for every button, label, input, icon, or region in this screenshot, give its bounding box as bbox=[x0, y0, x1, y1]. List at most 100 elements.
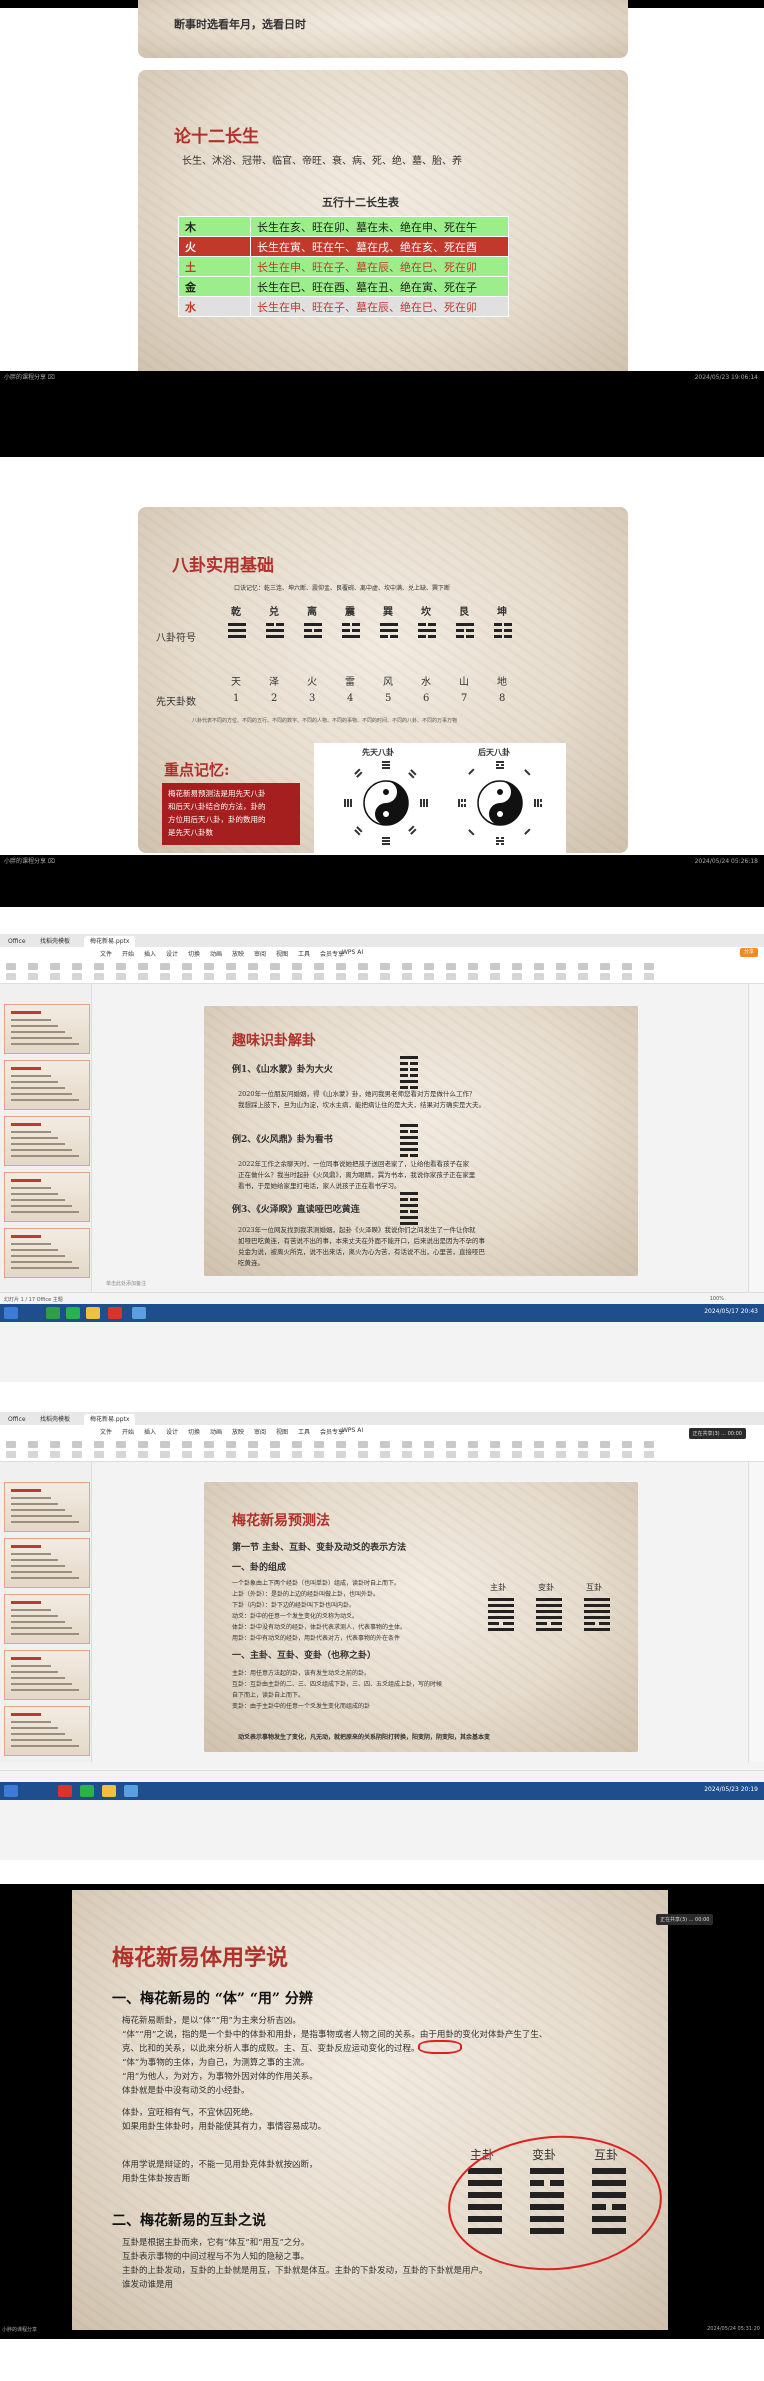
ribbon-tool-icon[interactable] bbox=[204, 1451, 214, 1458]
ribbon-tool-icon[interactable] bbox=[490, 1441, 500, 1448]
slide-thumbnail[interactable] bbox=[4, 1706, 90, 1756]
tab-office[interactable]: Office bbox=[2, 936, 32, 947]
ribbon-tool-icon[interactable] bbox=[336, 963, 346, 970]
ribbon-tool-icon[interactable] bbox=[534, 1451, 544, 1458]
ribbon-tool-icon[interactable] bbox=[578, 973, 588, 980]
tab-template[interactable]: 找稻壳模板 bbox=[34, 1414, 76, 1425]
menu-item[interactable]: WPS AI bbox=[342, 1427, 363, 1434]
slide-thumbnail[interactable] bbox=[4, 1538, 90, 1588]
slide-thumbnail[interactable] bbox=[4, 1650, 90, 1700]
ribbon-tool-icon[interactable] bbox=[50, 973, 60, 980]
ribbon-tool-icon[interactable] bbox=[402, 963, 412, 970]
ribbon-tool-icon[interactable] bbox=[204, 973, 214, 980]
ribbon-tool-icon[interactable] bbox=[380, 1451, 390, 1458]
slide-thumbnail[interactable] bbox=[4, 1004, 90, 1054]
ribbon-tool-icon[interactable] bbox=[402, 973, 412, 980]
menu-item[interactable]: 审阅 bbox=[254, 1427, 266, 1436]
ribbon-tool-icon[interactable] bbox=[358, 973, 368, 980]
ribbon-tool-icon[interactable] bbox=[72, 1441, 82, 1448]
slide-thumbnail[interactable] bbox=[4, 1060, 90, 1110]
tab-template[interactable]: 找稻壳模板 bbox=[34, 936, 76, 947]
ribbon-tool-icon[interactable] bbox=[600, 1441, 610, 1448]
ribbon-tool-icon[interactable] bbox=[446, 1441, 456, 1448]
ribbon-tool-icon[interactable] bbox=[622, 1451, 632, 1458]
ribbon-tool-icon[interactable] bbox=[468, 1451, 478, 1458]
ribbon-tool-icon[interactable] bbox=[292, 1451, 302, 1458]
ribbon-tool-icon[interactable] bbox=[248, 1441, 258, 1448]
ribbon-tool-icon[interactable] bbox=[226, 1441, 236, 1448]
tab-document[interactable]: 梅花新易.pptx bbox=[84, 936, 136, 947]
ribbon-tool-icon[interactable] bbox=[116, 973, 126, 980]
ribbon-tool-icon[interactable] bbox=[600, 963, 610, 970]
ribbon-tool-icon[interactable] bbox=[490, 1451, 500, 1458]
ribbon-tool-icon[interactable] bbox=[270, 963, 280, 970]
ribbon-tool-icon[interactable] bbox=[314, 1451, 324, 1458]
menu-item[interactable]: 视图 bbox=[276, 949, 288, 958]
ribbon-tool-icon[interactable] bbox=[292, 973, 302, 980]
ribbon-tool-icon[interactable] bbox=[512, 973, 522, 980]
ribbon-tool-icon[interactable] bbox=[292, 1441, 302, 1448]
menu-item[interactable]: 设计 bbox=[166, 1427, 178, 1436]
menu-item[interactable]: 开始 bbox=[122, 949, 134, 958]
ribbon-tool-icon[interactable] bbox=[578, 963, 588, 970]
menu-item[interactable]: 文件 bbox=[100, 949, 112, 958]
ribbon-tool-icon[interactable] bbox=[314, 973, 324, 980]
ribbon-tool-icon[interactable] bbox=[50, 1451, 60, 1458]
ribbon-tool-icon[interactable] bbox=[644, 1451, 654, 1458]
ribbon-tool-icon[interactable] bbox=[600, 1451, 610, 1458]
wechat-icon[interactable] bbox=[80, 1785, 94, 1797]
menu-item[interactable]: 插入 bbox=[144, 1427, 156, 1436]
ribbon-tool-icon[interactable] bbox=[424, 1441, 434, 1448]
ribbon-tool-icon[interactable] bbox=[424, 963, 434, 970]
ribbon-tool-icon[interactable] bbox=[50, 963, 60, 970]
tab-office[interactable]: Office bbox=[2, 1414, 32, 1425]
menu-item[interactable]: 动画 bbox=[210, 1427, 222, 1436]
ribbon-tool-icon[interactable] bbox=[182, 973, 192, 980]
browser-icon[interactable] bbox=[46, 1307, 60, 1319]
ribbon-tool-icon[interactable] bbox=[204, 1441, 214, 1448]
ribbon-tool-icon[interactable] bbox=[94, 963, 104, 970]
slide-thumbnail[interactable] bbox=[4, 1482, 90, 1532]
explorer-icon[interactable] bbox=[102, 1785, 116, 1797]
ribbon-tool-icon[interactable] bbox=[160, 1441, 170, 1448]
menu-item[interactable]: WPS AI bbox=[342, 949, 363, 956]
menu-item[interactable]: 工具 bbox=[298, 1427, 310, 1436]
ribbon-tool-icon[interactable] bbox=[402, 1451, 412, 1458]
ribbon-tool-icon[interactable] bbox=[138, 963, 148, 970]
menu-item[interactable]: 开始 bbox=[122, 1427, 134, 1436]
ribbon-tool-icon[interactable] bbox=[600, 973, 610, 980]
ribbon-tool-icon[interactable] bbox=[28, 973, 38, 980]
sharing-popup[interactable]: 正在共享(3) ... 00:00 bbox=[688, 1428, 746, 1439]
ribbon-tool-icon[interactable] bbox=[226, 963, 236, 970]
ribbon-tool-icon[interactable] bbox=[468, 963, 478, 970]
ribbon-tool-icon[interactable] bbox=[336, 1441, 346, 1448]
explorer-icon[interactable] bbox=[86, 1307, 100, 1319]
menu-item[interactable]: 视图 bbox=[276, 1427, 288, 1436]
sharing-popup[interactable]: 正在共享(3) ... 00:00 bbox=[656, 1914, 714, 1925]
ribbon-tool-icon[interactable] bbox=[50, 1441, 60, 1448]
menu-item[interactable]: 放映 bbox=[232, 1427, 244, 1436]
ribbon-tool-icon[interactable] bbox=[644, 1441, 654, 1448]
ribbon-tool-icon[interactable] bbox=[226, 1451, 236, 1458]
ribbon-tool-icon[interactable] bbox=[116, 1451, 126, 1458]
menu-item[interactable]: 设计 bbox=[166, 949, 178, 958]
ribbon-tool-icon[interactable] bbox=[72, 1451, 82, 1458]
ribbon-tool-icon[interactable] bbox=[424, 1451, 434, 1458]
ribbon-tool-icon[interactable] bbox=[468, 973, 478, 980]
wps-icon[interactable] bbox=[58, 1785, 72, 1797]
ribbon-tool-icon[interactable] bbox=[248, 973, 258, 980]
ribbon-tool-icon[interactable] bbox=[336, 1451, 346, 1458]
menu-item[interactable]: 切换 bbox=[188, 949, 200, 958]
ribbon-tool-icon[interactable] bbox=[512, 1451, 522, 1458]
ribbon-tool-icon[interactable] bbox=[556, 973, 566, 980]
ribbon-tool-icon[interactable] bbox=[182, 1451, 192, 1458]
ribbon-tool-icon[interactable] bbox=[270, 1441, 280, 1448]
ribbon-tool-icon[interactable] bbox=[28, 1451, 38, 1458]
ribbon-tool-icon[interactable] bbox=[94, 973, 104, 980]
ribbon-tool-icon[interactable] bbox=[138, 973, 148, 980]
ribbon-tool-icon[interactable] bbox=[490, 973, 500, 980]
menu-item[interactable]: 放映 bbox=[232, 949, 244, 958]
ribbon-tool-icon[interactable] bbox=[314, 1441, 324, 1448]
notes-placeholder[interactable]: 单击此处添加备注 bbox=[106, 1280, 146, 1287]
ribbon-tool-icon[interactable] bbox=[6, 963, 16, 970]
